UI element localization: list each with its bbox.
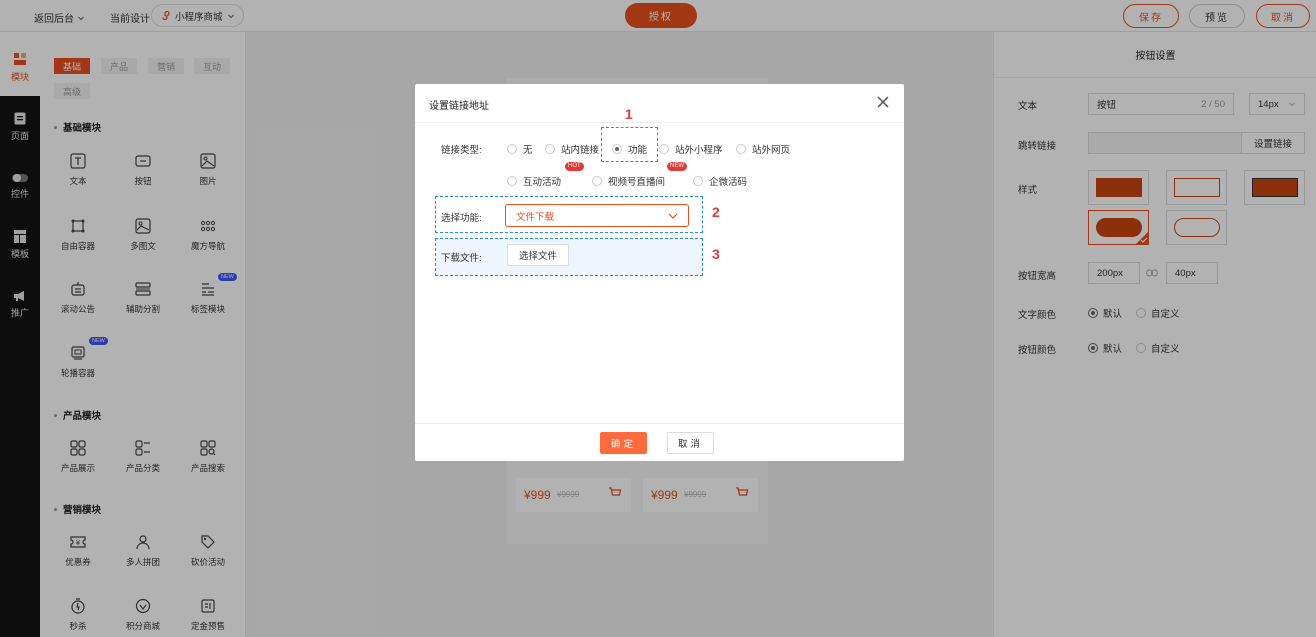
- link-type-video-live-radio[interactable]: 视频号直播间: [592, 174, 665, 188]
- download-file-label: 下载文件:: [441, 253, 482, 264]
- function-select[interactable]: 文件下载: [505, 204, 689, 227]
- dialog-header: 设置链接地址: [415, 84, 904, 123]
- link-type-wecom-code-radio[interactable]: 企微活码: [693, 174, 747, 188]
- close-icon[interactable]: [875, 94, 891, 110]
- link-type-external-miniprogram-radio[interactable]: 站外小程序: [659, 142, 723, 156]
- annotation-number-3: 3: [712, 246, 720, 262]
- dialog-title: 设置链接地址: [429, 101, 489, 112]
- link-type-none-radio[interactable]: 无: [507, 142, 533, 156]
- highlight-box-1: [601, 127, 658, 162]
- choose-file-button[interactable]: 选择文件: [507, 244, 569, 266]
- annotation-number-2: 2: [712, 204, 720, 220]
- function-select-value: 文件下载: [516, 211, 555, 223]
- new-badge: NEW: [667, 162, 687, 171]
- chevron-down-icon: [668, 213, 678, 219]
- annotation-number-1: 1: [625, 106, 633, 122]
- link-setting-dialog: 设置链接地址 链接类型: 无 站内链接 功能 站外小程序 站外网页 互动活动 H…: [415, 84, 904, 461]
- function-label: 选择功能:: [441, 213, 482, 224]
- dialog-cancel-button[interactable]: 取消: [667, 432, 714, 454]
- link-type-internal-radio[interactable]: 站内链接: [545, 142, 599, 156]
- confirm-button[interactable]: 确定: [600, 432, 647, 454]
- hot-badge: HOT: [565, 162, 584, 171]
- link-type-interactive-radio[interactable]: 互动活动: [507, 174, 561, 188]
- dialog-footer: [415, 423, 904, 461]
- link-type-external-web-radio[interactable]: 站外网页: [736, 142, 790, 156]
- link-type-label: 链接类型:: [441, 145, 482, 156]
